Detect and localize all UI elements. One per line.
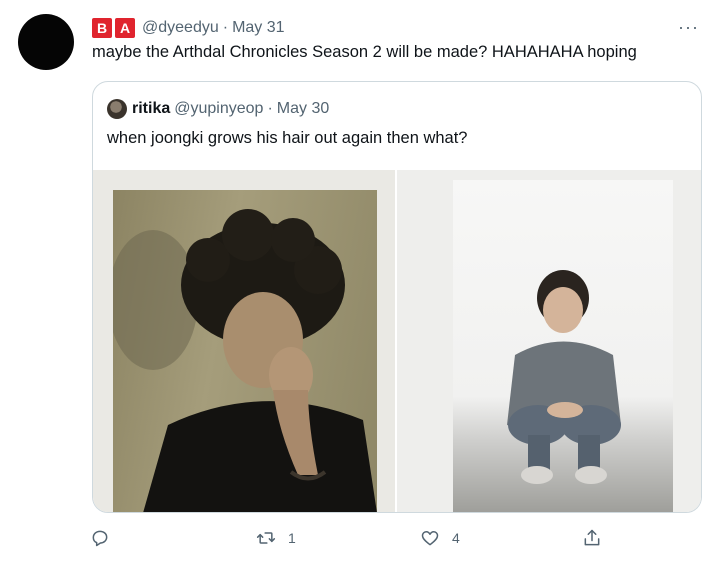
more-options-icon[interactable]: ··· bbox=[678, 18, 699, 36]
heart-icon bbox=[421, 531, 439, 546]
photo-print-left bbox=[108, 190, 377, 512]
media-image-left[interactable] bbox=[93, 170, 395, 512]
quoted-tweet-header: ritika @yupinyeop · May 30 bbox=[107, 98, 329, 120]
media-image-right[interactable] bbox=[397, 170, 701, 512]
retweet-count: 1 bbox=[288, 530, 296, 546]
quoted-author-handle: @yupinyeop bbox=[174, 100, 264, 117]
photo-print-right bbox=[453, 180, 673, 512]
quoted-date: May 30 bbox=[276, 100, 330, 117]
quoted-author-name: ritika bbox=[132, 100, 171, 117]
tweet-text: maybe the Arthdal Chronicles Season 2 wi… bbox=[92, 43, 637, 61]
tweet[interactable]: B A @dyeedyu · May 31 ··· maybe the Arth… bbox=[0, 0, 720, 566]
quoted-tweet-text: when joongki grows his hair out again th… bbox=[107, 129, 468, 147]
display-name-badge-a[interactable]: A bbox=[115, 18, 135, 38]
tweet-date[interactable]: May 31 bbox=[232, 19, 284, 37]
tweet-header: B A @dyeedyu · May 31 bbox=[92, 17, 285, 39]
retweet-icon bbox=[256, 532, 276, 544]
avatar[interactable] bbox=[18, 14, 74, 70]
reply-icon bbox=[92, 530, 108, 547]
media-grid bbox=[93, 170, 701, 512]
tweet-actions: 1 4 bbox=[0, 524, 720, 554]
separator-dot: · bbox=[222, 19, 229, 36]
share-icon bbox=[584, 529, 600, 546]
share-button[interactable] bbox=[582, 528, 602, 548]
retweet-button[interactable]: 1 bbox=[256, 528, 296, 548]
reply-button[interactable] bbox=[90, 528, 122, 548]
separator-dot: · bbox=[267, 100, 273, 117]
display-name-badge-b[interactable]: B bbox=[92, 18, 112, 38]
quoted-tweet[interactable]: ritika @yupinyeop · May 30 when joongki … bbox=[92, 81, 702, 513]
portrait-silhouette-left bbox=[108, 209, 377, 512]
quoted-avatar bbox=[107, 99, 127, 119]
like-count: 4 bbox=[452, 530, 460, 546]
author-handle[interactable]: @dyeedyu bbox=[142, 19, 219, 37]
portrait-silhouette-right bbox=[507, 270, 621, 484]
like-button[interactable]: 4 bbox=[420, 528, 460, 548]
